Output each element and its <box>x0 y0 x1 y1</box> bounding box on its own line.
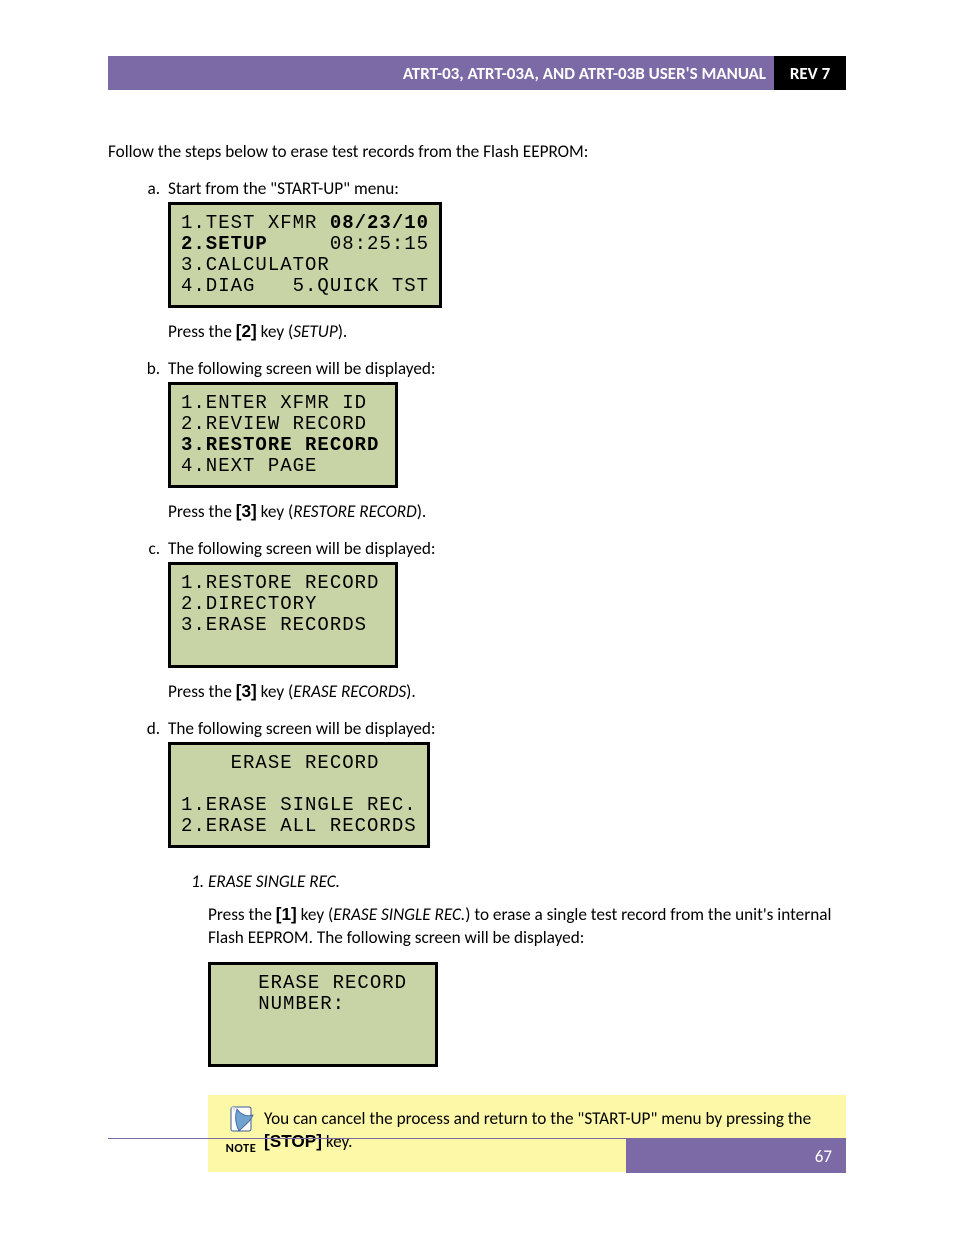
substep-1-para: Press the [1] key (ERASE SINGLE REC.) to… <box>208 903 846 949</box>
step-a: Start from the "START-UP" menu: 1.TEST X… <box>164 177 846 343</box>
header-title: ATRT-03, ATRT-03A, AND ATRT-03B USER'S M… <box>108 56 774 90</box>
step-b-after: Press the [3] key (RESTORE RECORD). <box>168 500 846 523</box>
step-d: The following screen will be displayed: … <box>164 717 846 1172</box>
intro-text: Follow the steps below to erase test rec… <box>108 140 846 163</box>
header-rev: REV 7 <box>774 56 846 90</box>
lcd-screen-d1: ERASE RECORD NUMBER: <box>208 962 438 1068</box>
page-body: Follow the steps below to erase test rec… <box>108 140 846 1186</box>
step-b-lead: The following screen will be displayed: <box>168 357 846 380</box>
step-c-after: Press the [3] key (ERASE RECORDS). <box>168 680 846 703</box>
step-b: The following screen will be displayed: … <box>164 357 846 523</box>
lcd-screen-a: 1.TEST XFMR 08/23/10 2.SETUP 08:25:15 3.… <box>168 202 442 308</box>
lcd-screen-b: 1.ENTER XFMR ID 2.REVIEW RECORD 3.RESTOR… <box>168 382 398 488</box>
step-c-lead: The following screen will be displayed: <box>168 537 846 560</box>
step-d-lead: The following screen will be displayed: <box>168 717 846 740</box>
page-number: 67 <box>626 1139 846 1173</box>
lcd-screen-d: ERASE RECORD 1.ERASE SINGLE REC. 2.ERASE… <box>168 742 430 848</box>
step-c: The following screen will be displayed: … <box>164 537 846 703</box>
lcd-screen-c: 1.RESTORE RECORD 2.DIRECTORY 3.ERASE REC… <box>168 562 398 668</box>
header-bar: ATRT-03, ATRT-03A, AND ATRT-03B USER'S M… <box>108 56 846 90</box>
footer: 67 <box>108 1138 846 1173</box>
substep-1: ERASE SINGLE REC. Press the [1] key (ERA… <box>208 870 846 1172</box>
substep-1-title: ERASE SINGLE REC. <box>208 871 340 892</box>
step-a-after: Press the [2] key (SETUP). <box>168 320 846 343</box>
step-a-lead: Start from the "START-UP" menu: <box>168 177 846 200</box>
